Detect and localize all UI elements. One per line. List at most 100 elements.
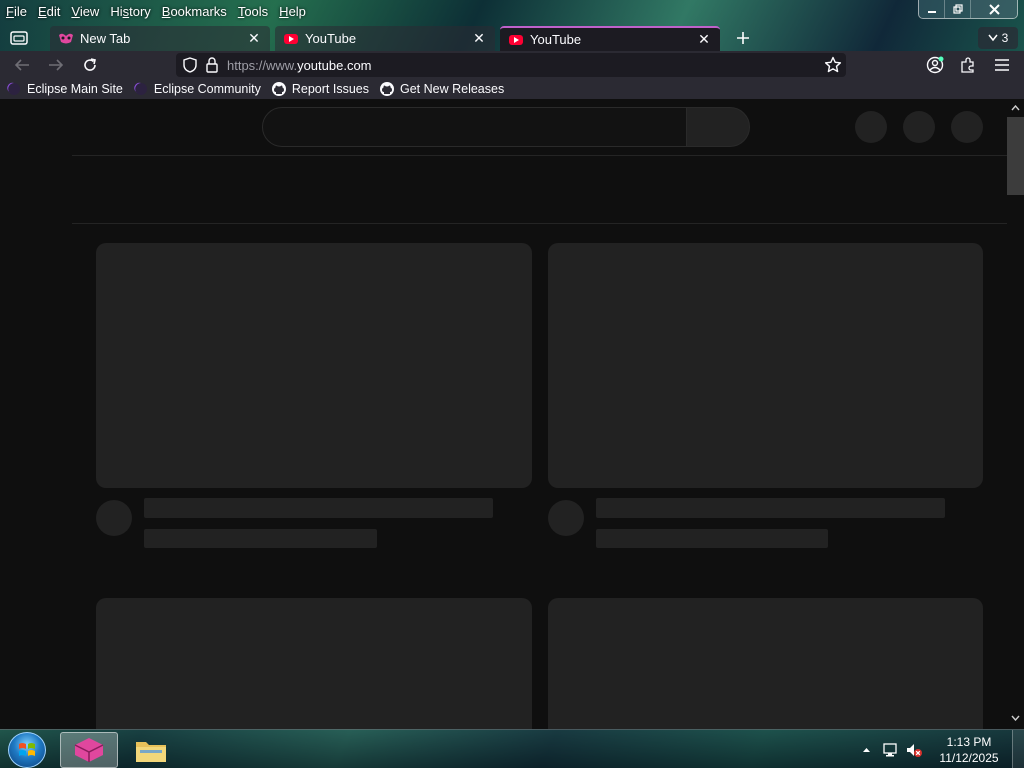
taskbar-browser-app[interactable] — [60, 732, 118, 768]
back-button[interactable] — [9, 53, 35, 77]
shield-icon — [183, 57, 197, 73]
account-button[interactable] — [922, 53, 948, 77]
bookmark-eclipse-community[interactable]: Eclipse Community — [133, 82, 261, 96]
firefox-view-icon — [10, 31, 28, 45]
page-scrollbar[interactable] — [1007, 99, 1024, 729]
clock-date: 11/12/2025 — [939, 750, 999, 765]
channel-avatar-skeleton — [548, 500, 584, 536]
eclipse-icon — [133, 82, 149, 96]
start-button[interactable] — [8, 732, 46, 768]
tab-label: New Tab — [80, 31, 131, 46]
taskbar: 1:13 PM 11/12/2025 — [0, 729, 1024, 768]
system-tray: 1:13 PM 11/12/2025 — [854, 730, 1024, 768]
hamburger-icon — [995, 59, 1009, 71]
tab-count: 3 — [1001, 31, 1009, 45]
forward-arrow-icon — [49, 59, 64, 71]
tab-label: YouTube — [530, 32, 582, 47]
header-icon-skeleton — [855, 111, 887, 143]
menu-tools[interactable]: Tools — [238, 4, 268, 19]
youtube-icon — [508, 32, 524, 48]
menu-file[interactable]: File — [6, 4, 27, 19]
clock[interactable]: 1:13 PM 11/12/2025 — [934, 734, 1004, 766]
page-content — [0, 99, 1007, 729]
github-icon — [271, 81, 287, 97]
github-icon — [379, 81, 395, 97]
header-icon-skeleton — [903, 111, 935, 143]
menu-edit[interactable]: Edit — [38, 4, 60, 19]
back-arrow-icon — [14, 59, 29, 71]
windows-logo-icon — [19, 743, 35, 756]
eclipse-icon — [6, 82, 22, 96]
menu-history[interactable]: History — [110, 4, 150, 19]
bookmark-label: Get New Releases — [399, 82, 505, 96]
bookmark-eclipse-main-site[interactable]: Eclipse Main Site — [6, 82, 123, 96]
menu-button[interactable] — [989, 53, 1015, 77]
restore-button[interactable] — [945, 0, 971, 18]
tab-youtube-2[interactable]: YouTube ✕ — [500, 26, 720, 51]
scroll-up-icon[interactable] — [1010, 102, 1021, 113]
bookmarks-toolbar: Eclipse Main Site Eclipse Community Repo… — [0, 79, 1024, 99]
window-controls — [918, 0, 1018, 19]
minimize-button[interactable] — [919, 0, 945, 18]
avatar-skeleton — [951, 111, 983, 143]
chevron-down-icon — [988, 34, 998, 42]
youtube-icon — [283, 31, 299, 47]
taskbar-file-explorer[interactable] — [122, 732, 180, 768]
header-divider — [72, 155, 1007, 156]
url-bar[interactable]: https://www.youtube.com — [176, 53, 846, 77]
menu-bar: File Edit View History Bookmarks Tools H… — [0, 0, 1024, 22]
channel-avatar-skeleton — [96, 500, 132, 536]
new-tab-button[interactable] — [731, 26, 755, 50]
search-button-skeleton — [686, 107, 750, 147]
bookmark-report-issues[interactable]: Report Issues — [271, 81, 369, 97]
bookmark-label: Report Issues — [291, 82, 369, 96]
lock-icon — [206, 57, 218, 73]
menu-view[interactable]: View — [71, 4, 99, 19]
tab-close-icon[interactable]: ✕ — [246, 30, 262, 47]
video-thumbnail-skeleton — [96, 243, 532, 488]
video-meta-skeleton — [596, 529, 828, 548]
reload-icon — [84, 58, 96, 71]
firefox-private-icon — [58, 31, 74, 47]
tab-close-icon[interactable]: ✕ — [471, 30, 487, 47]
firefox-view-button[interactable] — [4, 26, 34, 50]
chevron-up-icon — [862, 747, 870, 752]
url-text: https://www.youtube.com — [227, 57, 372, 73]
search-input-skeleton — [262, 107, 687, 147]
close-icon — [988, 3, 1000, 15]
folder-icon — [136, 742, 166, 762]
bookmark-label: Eclipse Main Site — [27, 82, 123, 96]
network-icon[interactable] — [880, 740, 900, 760]
bookmark-label: Eclipse Community — [153, 82, 261, 96]
show-desktop-button[interactable] — [1012, 730, 1024, 768]
plus-icon — [737, 32, 749, 44]
tab-new-tab[interactable]: New Tab ✕ — [50, 26, 270, 51]
tab-youtube-1[interactable]: YouTube ✕ — [275, 26, 495, 51]
scrollbar-thumb[interactable] — [1007, 117, 1024, 195]
show-hidden-icons-button[interactable] — [856, 740, 876, 760]
bookmark-get-new-releases[interactable]: Get New Releases — [379, 81, 504, 97]
list-all-tabs-button[interactable]: 3 — [978, 27, 1018, 49]
volume-muted-icon[interactable] — [904, 740, 924, 760]
tab-bar: New Tab ✕ YouTube ✕ YouTube ✕ 3 — [0, 26, 1024, 51]
extensions-button[interactable] — [955, 53, 981, 77]
scroll-down-icon[interactable] — [1010, 712, 1021, 723]
video-title-skeleton — [596, 498, 945, 518]
forward-button[interactable] — [43, 53, 69, 77]
menu-bookmarks[interactable]: Bookmarks — [162, 4, 227, 19]
account-icon — [926, 56, 944, 74]
tab-close-icon[interactable]: ✕ — [696, 31, 712, 48]
reload-button[interactable] — [77, 53, 103, 77]
clock-time: 1:13 PM — [946, 734, 992, 749]
star-icon[interactable] — [824, 56, 842, 74]
minimize-icon — [927, 11, 936, 13]
navigation-toolbar: https://www.youtube.com — [0, 51, 1024, 79]
video-thumbnail-skeleton — [548, 243, 983, 488]
puzzle-icon — [961, 57, 974, 73]
menu-help[interactable]: Help — [279, 4, 306, 19]
video-title-skeleton — [144, 498, 493, 518]
close-window-button[interactable] — [971, 0, 1017, 18]
tab-label: YouTube — [305, 31, 357, 46]
video-meta-skeleton — [144, 529, 377, 548]
video-thumbnail-skeleton — [548, 598, 983, 729]
